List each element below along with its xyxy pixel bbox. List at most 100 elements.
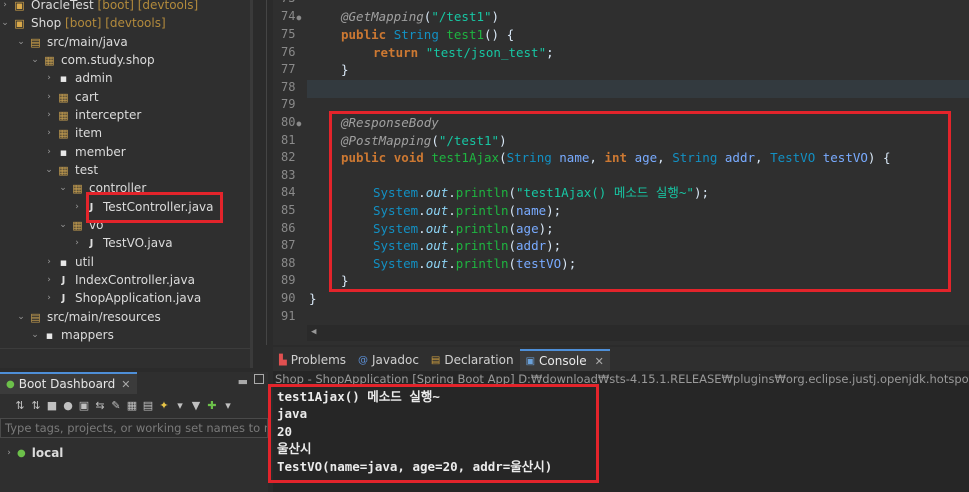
edit-icon[interactable]: ✎ [110,399,122,412]
arrow-left-icon[interactable]: ◀ [311,327,316,337]
chevron-down-icon[interactable]: ⌄ [16,312,26,322]
deploy-icon[interactable]: ⇆ [94,399,106,412]
chevron-right-icon[interactable]: › [44,92,54,102]
console-output-line: java [277,406,308,421]
chevron-down-icon[interactable]: ⌄ [58,183,68,193]
tree-item-shop[interactable]: ⌄ ▣ Shop [boot] [devtools] [0,14,165,32]
chevron-right-icon[interactable]: › [4,448,14,458]
filter-icon[interactable]: ▼ [190,399,202,412]
tree-item-admin[interactable]: › ▪ admin [44,69,112,87]
boot-dashboard: ● Boot Dashboard ✕ ▬ ⇅ ⇅ ■ ● ▣ ⇆ ✎ ▦ ▤ ✦… [0,372,268,492]
chevron-down-icon[interactable]: ⌄ [0,18,10,28]
editor-hscroll[interactable]: ◀ [307,325,969,341]
boot-project-icon: ▣ [14,0,25,12]
tree-item-indexcontroller-java[interactable]: › J IndexController.java [44,271,195,289]
chevron-right-icon[interactable]: › [44,257,54,267]
code-line: public String test1() { [341,27,515,42]
boot-icon: ● [17,447,26,459]
code-line: public void test1Ajax(String name, int a… [341,150,891,165]
tab-javadoc[interactable]: @ Javadoc [352,349,425,371]
chevron-right-icon[interactable]: › [72,202,82,212]
line-number: 80● [281,115,302,129]
chevron-right-icon[interactable]: › [0,0,10,10]
tree-item-item[interactable]: › ▦ item [44,124,102,142]
line-number: 74● [281,9,302,23]
explorer-hscroll[interactable] [0,348,253,368]
boot-icon: ● [6,378,15,390]
debug-icon[interactable]: ⇅ [30,399,42,412]
tree-item-controller[interactable]: ⌄ ▦ controller [58,179,146,197]
start-icon[interactable]: ⇅ [14,399,26,412]
tree-item-util[interactable]: › ▪ util [44,253,94,271]
chevron-right-icon[interactable]: › [44,128,54,138]
javadoc-icon: @ [358,354,369,366]
tree-item-package-root[interactable]: ⌄ ▦ com.study.shop [30,51,154,69]
maximize-icon[interactable] [254,374,264,384]
tab-declaration[interactable]: ▤ Declaration [425,349,520,371]
console-output-line: 20 [277,424,293,439]
tree-item-vo[interactable]: ⌄ ▦ vo [58,216,103,234]
expose-icon[interactable]: ▤ [142,399,154,412]
dropdown-icon[interactable]: ▾ [222,399,234,412]
browser-icon[interactable]: ▦ [126,399,138,412]
chevron-down-icon[interactable]: ⌄ [44,165,54,175]
lightbulb-icon[interactable]: ✦ [158,399,170,412]
chevron-right-icon[interactable]: › [44,110,54,120]
chevron-right-icon[interactable]: › [44,147,54,157]
tree-item-testvo-java[interactable]: › J TestVO.java [72,234,172,252]
line-number: 84 [281,185,296,199]
line-number: 78 [281,80,296,94]
tree-item-oracletest[interactable]: › ▣ OracleTest [boot] [devtools] [0,0,198,14]
chevron-right-icon[interactable]: › [72,238,82,248]
code-line: System.out.println("test1Ajax() 메소드 실행~"… [373,185,709,200]
tree-item-src-main-java[interactable]: ⌄ ▤ src/main/java [16,33,128,51]
problems-icon: ▙ [279,354,287,366]
stop-icon[interactable]: ■ [46,399,58,412]
line-number: 90 [281,291,296,305]
tree-item-testcontroller-java[interactable]: › J TestController.java [72,198,213,216]
dashboard-item-local[interactable]: › ● local [4,444,63,462]
tab-console[interactable]: ▣ Console ✕ [519,349,610,371]
dashboard-tabbar: ● Boot Dashboard ✕ ▬ [0,372,268,394]
tree-item-shopapplication-java[interactable]: › J ShopApplication.java [44,289,201,307]
code-line: @ResponseBody [341,115,439,130]
tree-item-cart[interactable]: › ▦ cart [44,88,98,106]
line-number: 82 [281,150,296,164]
tree-item-test[interactable]: ⌄ ▦ test [44,161,98,179]
chevron-down-icon[interactable]: ⌄ [58,220,68,230]
code-editor[interactable]: 73 74● 75 76 77 78 79 80● 81 82 83 84 85… [273,0,969,345]
dashboard-filter-input[interactable]: Type tags, projects, or working set name… [0,418,268,438]
sash[interactable] [253,0,273,345]
line-number: 88 [281,256,296,270]
console-icon[interactable]: ▣ [78,399,90,412]
add-icon[interactable]: ✚ [206,399,218,412]
tree-item-src-main-resources[interactable]: ⌄ ▤ src/main/resources [16,308,161,326]
code-line: } [341,62,349,77]
chevron-down-icon[interactable]: ⌄ [30,330,40,340]
code-line: System.out.println(name); [373,203,562,218]
code-line: return "test/json_test"; [373,45,554,60]
dropdown-icon[interactable]: ▾ [174,399,186,412]
tree-item-intercepter[interactable]: › ▦ intercepter [44,106,141,124]
chevron-right-icon[interactable]: › [44,293,54,303]
minimize-icon[interactable]: ▬ [238,375,248,388]
code-line: } [309,291,317,306]
line-number: 85 [281,203,296,217]
restart-icon[interactable]: ● [62,399,74,412]
close-icon[interactable]: ✕ [121,378,130,391]
chevron-right-icon[interactable]: › [44,275,54,285]
chevron-down-icon[interactable]: ⌄ [30,55,40,65]
tab-boot-dashboard[interactable]: ● Boot Dashboard ✕ [0,372,137,394]
line-number: 76 [281,45,296,59]
close-icon[interactable]: ✕ [595,355,604,368]
package-icon: ▦ [58,163,69,177]
java-file-icon: J [61,274,66,286]
chevron-right-icon[interactable]: › [44,73,54,83]
tree-item-member[interactable]: › ▪ member [44,143,126,161]
line-number: 91 [281,309,296,323]
tab-problems[interactable]: ▙ Problems [273,349,352,371]
code-line: System.out.println(addr); [373,238,562,253]
java-file-icon: J [89,201,94,213]
chevron-down-icon[interactable]: ⌄ [16,37,26,47]
tree-item-mappers[interactable]: ⌄ ▪ mappers [30,326,114,344]
